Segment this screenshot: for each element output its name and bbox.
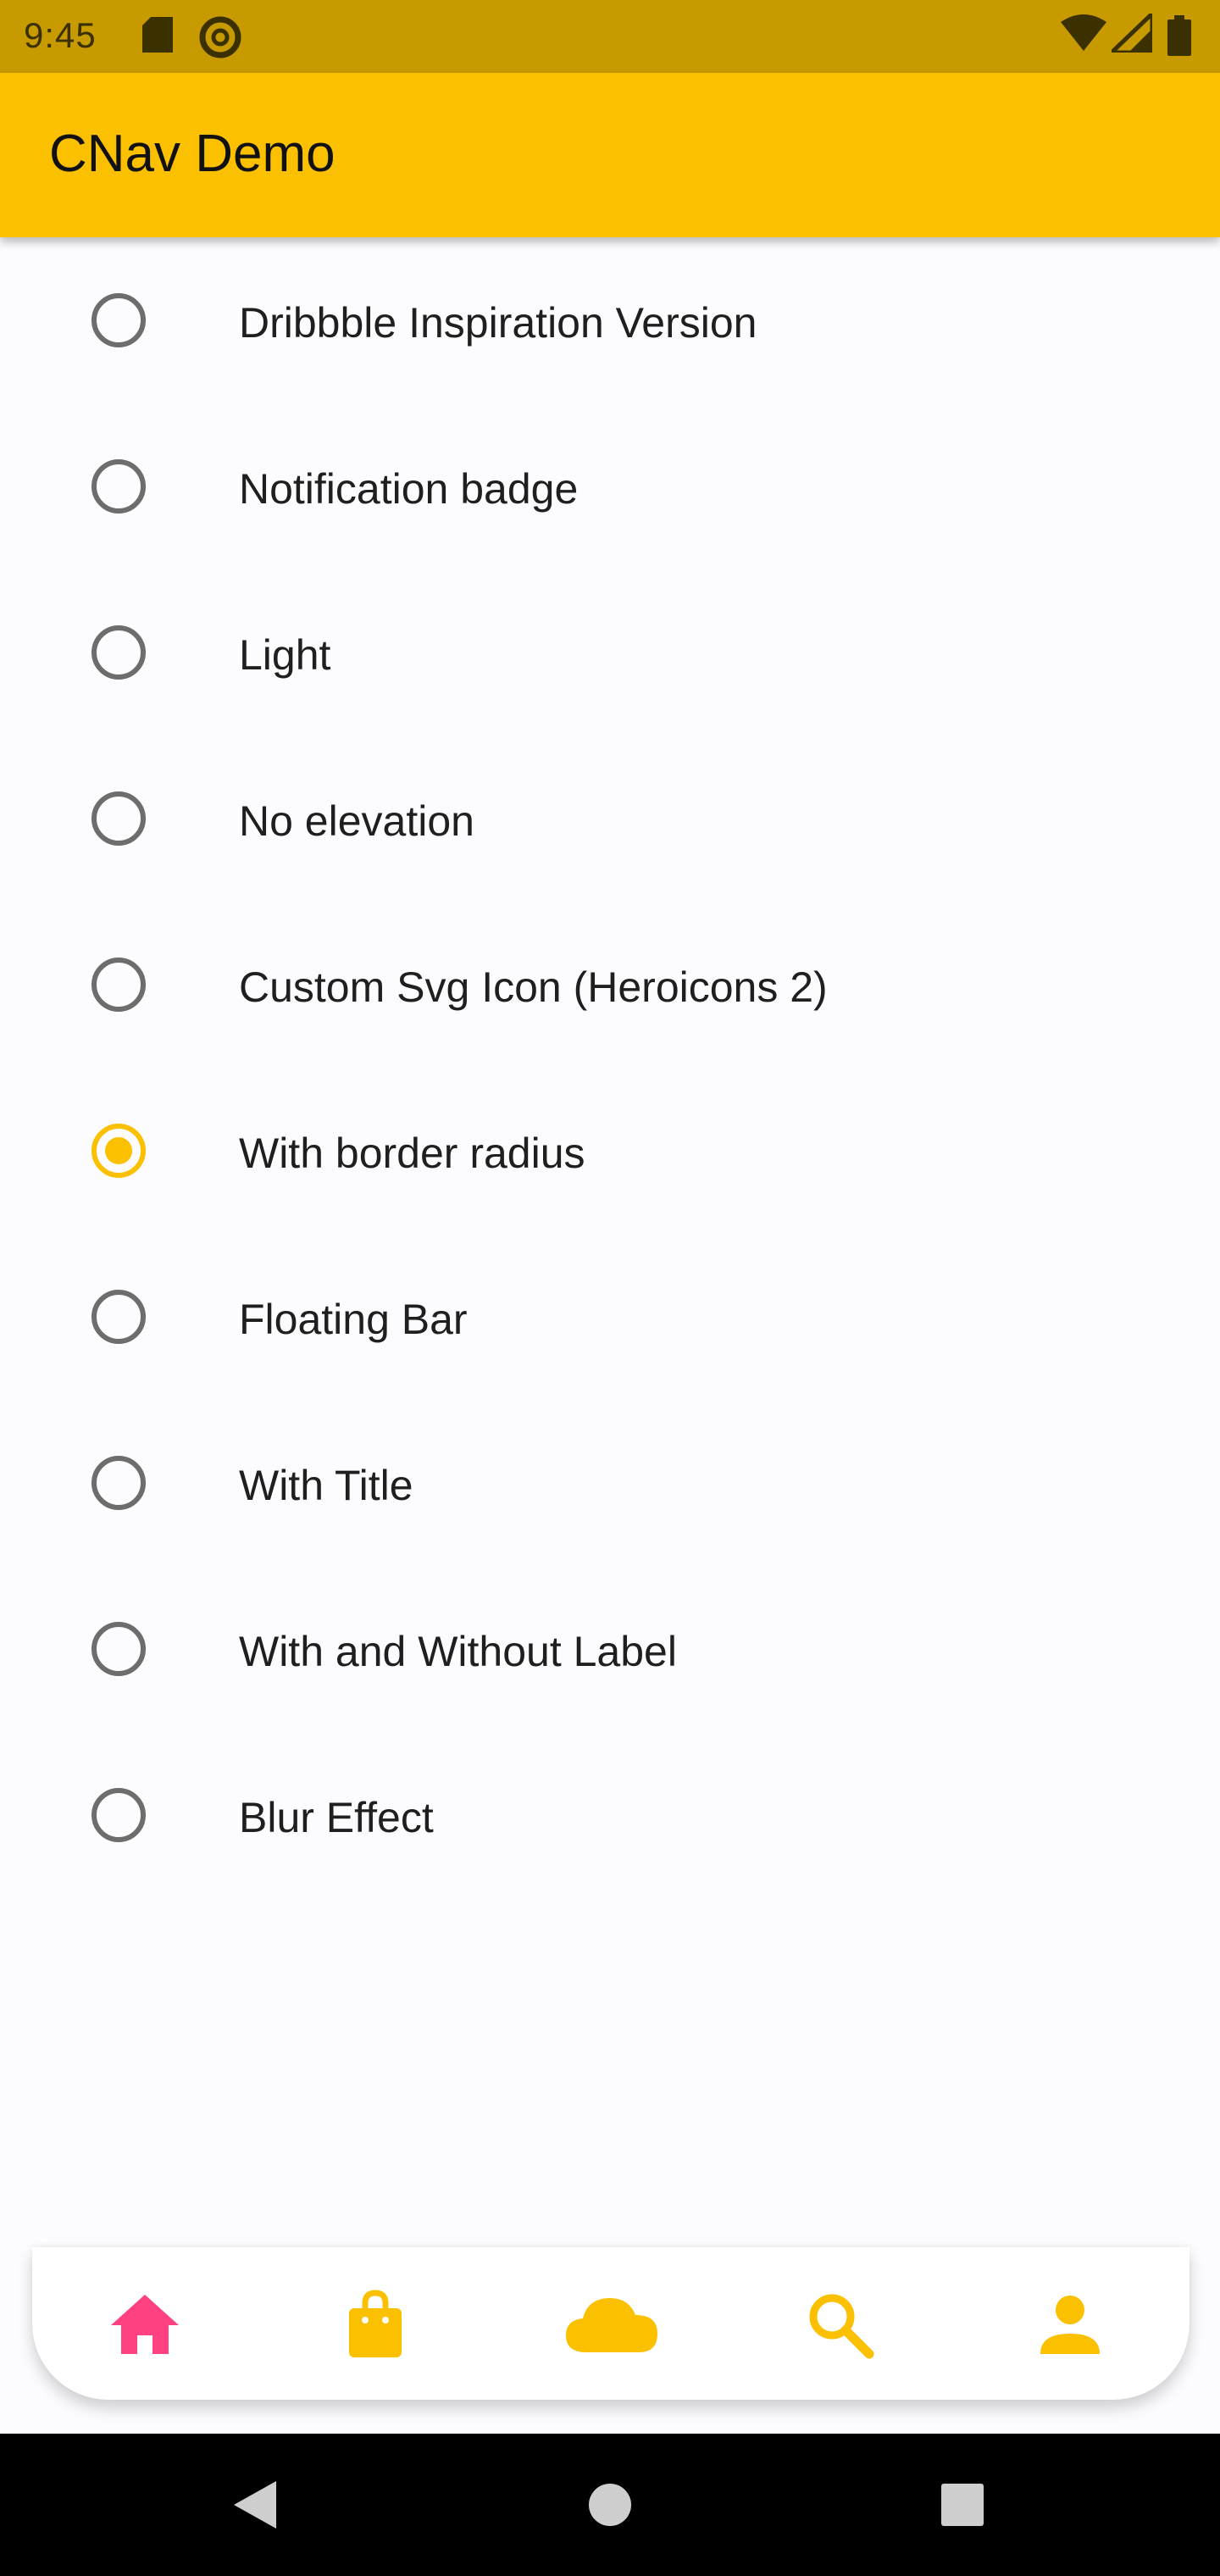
- radio-button[interactable]: [92, 625, 146, 680]
- list-item[interactable]: With Title: [0, 1400, 1220, 1566]
- radio-button[interactable]: [92, 958, 146, 1012]
- option-label: Notification badge: [239, 465, 579, 513]
- list-item[interactable]: Dribbble Inspiration Version: [0, 237, 1220, 403]
- radio-button[interactable]: [92, 791, 146, 846]
- sd-card-icon: [142, 17, 173, 57]
- list-item[interactable]: Blur Effect: [0, 1732, 1220, 1898]
- list-item[interactable]: No elevation: [0, 736, 1220, 902]
- cell-signal-icon: [1106, 8, 1155, 57]
- user-icon: [1040, 2296, 1100, 2354]
- option-label: With Title: [239, 1462, 413, 1509]
- radio-button[interactable]: [92, 293, 146, 347]
- list-item[interactable]: With and Without Label: [0, 1566, 1220, 1732]
- list-item[interactable]: Custom Svg Icon (Heroicons 2): [0, 902, 1220, 1068]
- home-circle-icon[interactable]: [586, 2478, 634, 2536]
- option-label: Blur Effect: [239, 1794, 434, 1841]
- radio-button[interactable]: [92, 1788, 146, 1842]
- shopping-bag-icon: [349, 2290, 402, 2357]
- cloud-icon: [566, 2298, 657, 2352]
- nav-item-shop[interactable]: [337, 2286, 413, 2362]
- nav-item-cloud[interactable]: [561, 2286, 663, 2362]
- radio-button[interactable]: [92, 1456, 146, 1510]
- nav-item-profile[interactable]: [1032, 2286, 1108, 2362]
- option-label: Dribbble Inspiration Version: [239, 299, 757, 347]
- nav-item-home[interactable]: [107, 2286, 183, 2362]
- back-icon[interactable]: [229, 2478, 278, 2536]
- radio-button[interactable]: [92, 1290, 146, 1344]
- do-not-disturb-icon: [198, 15, 242, 64]
- wifi-icon: [1061, 14, 1106, 55]
- system-navigation-bar: [0, 2434, 1220, 2576]
- search-icon: [809, 2294, 874, 2359]
- page-title: CNav Demo: [49, 125, 336, 183]
- recents-icon[interactable]: [939, 2478, 986, 2536]
- radio-button[interactable]: [92, 1622, 146, 1676]
- list-item[interactable]: Light: [0, 569, 1220, 736]
- option-label: Floating Bar: [239, 1296, 468, 1343]
- bottom-navigation-bar: [32, 2247, 1190, 2400]
- home-icon: [111, 2295, 179, 2354]
- option-label: With border radius: [239, 1130, 585, 1177]
- option-label: Light: [239, 631, 331, 679]
- option-label: No elevation: [239, 797, 474, 845]
- list-item[interactable]: With border radius: [0, 1068, 1220, 1234]
- radio-button[interactable]: [92, 459, 146, 514]
- option-label: With and Without Label: [239, 1628, 677, 1675]
- status-bar: 9:45: [0, 0, 1220, 73]
- status-time: 9:45: [24, 15, 97, 55]
- option-label: Custom Svg Icon (Heroicons 2): [239, 963, 828, 1011]
- radio-button-selected[interactable]: [92, 1124, 146, 1178]
- list-item[interactable]: Notification badge: [0, 403, 1220, 569]
- battery-icon: [1167, 15, 1191, 60]
- list-item[interactable]: Floating Bar: [0, 1234, 1220, 1400]
- app-bar: CNav Demo: [0, 73, 1220, 237]
- nav-item-search[interactable]: [801, 2286, 878, 2362]
